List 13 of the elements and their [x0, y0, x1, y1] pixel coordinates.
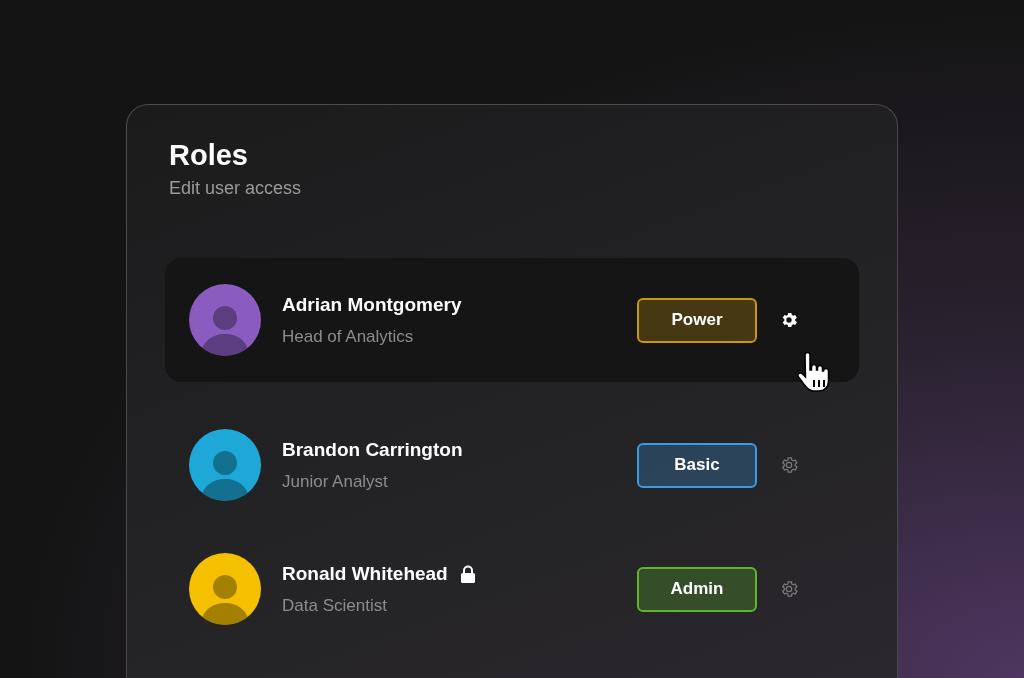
role-badge[interactable]: Power — [637, 297, 757, 343]
user-name: Ronald Whitehead — [282, 562, 448, 586]
page-title: Roles — [169, 138, 249, 173]
user-name: Brandon Carrington — [282, 438, 463, 462]
user-job-title: Data Scientist — [282, 594, 388, 617]
role-badge[interactable]: Admin — [637, 566, 757, 612]
user-name: Adrian Montgomery — [282, 293, 462, 317]
user-job-title: Junior Analyst — [282, 470, 389, 493]
user-row[interactable]: Ronald Whitehead Data Scientist Admin — [165, 527, 859, 651]
user-row[interactable]: Brandon Carrington Junior Analyst Basic — [165, 403, 859, 527]
role-badge[interactable]: Basic — [637, 442, 757, 488]
user-job-title: Head of Analytics — [282, 325, 415, 348]
page-subtitle: Edit user access — [169, 177, 303, 200]
